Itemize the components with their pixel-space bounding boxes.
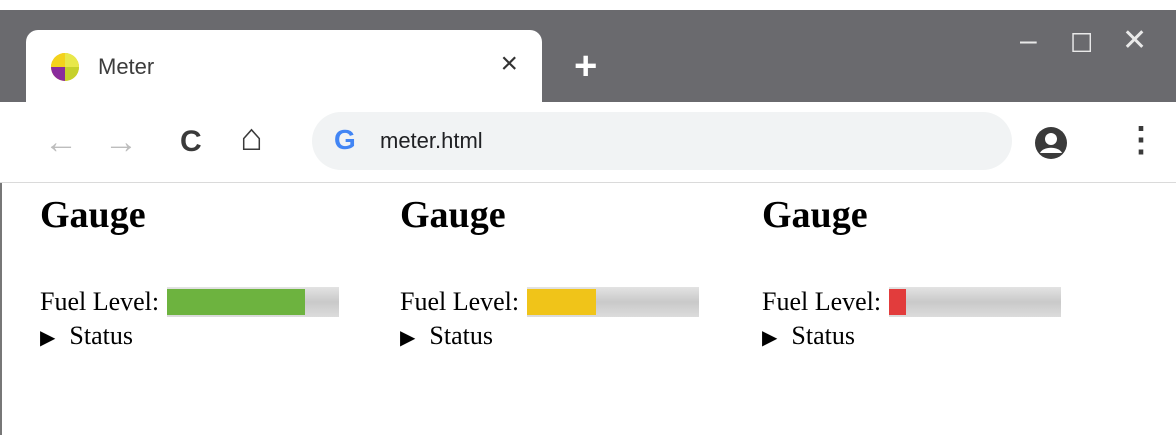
fuel-meter-fill bbox=[167, 289, 305, 315]
fuel-level-label: Fuel Level: bbox=[762, 287, 882, 316]
gauge-1: Gauge Fuel Level: ▶ Status bbox=[40, 193, 340, 353]
gauge-3: Gauge Fuel Level: ▶ Status bbox=[762, 193, 1062, 353]
back-icon[interactable]: ← bbox=[44, 124, 78, 160]
new-tab-button[interactable]: + bbox=[574, 46, 597, 86]
gauge-heading: Gauge bbox=[762, 194, 868, 236]
tab-close-icon[interactable]: × bbox=[500, 46, 518, 82]
minimize-icon[interactable]: – bbox=[1020, 26, 1037, 56]
page-content: Gauge Fuel Level: ▶ Status Gauge Fuel Lev… bbox=[0, 183, 1176, 435]
url-text[interactable]: meter.html bbox=[380, 128, 483, 154]
fuel-level-label: Fuel Level: bbox=[40, 287, 160, 316]
fuel-meter bbox=[889, 287, 1062, 317]
fuel-row: Fuel Level: bbox=[762, 285, 1062, 319]
address-bar[interactable]: G meter.html bbox=[312, 112, 1012, 170]
gauge-heading: Gauge bbox=[40, 194, 146, 236]
gauge-heading: Gauge bbox=[400, 194, 506, 236]
status-toggle[interactable]: ▶ Status bbox=[40, 321, 339, 353]
fuel-meter-fill bbox=[889, 289, 907, 315]
menu-icon[interactable]: ⋮ bbox=[1124, 122, 1158, 158]
tab-meter[interactable]: Meter × bbox=[26, 30, 542, 106]
fuel-meter bbox=[527, 287, 700, 317]
status-toggle[interactable]: ▶ Status bbox=[400, 321, 699, 353]
status-label: Status bbox=[429, 321, 493, 350]
maximize-icon[interactable]: ☐ bbox=[1070, 28, 1093, 58]
disclosure-triangle-icon: ▶ bbox=[762, 327, 778, 349]
google-icon: G bbox=[334, 124, 356, 155]
status-label: Status bbox=[69, 321, 133, 350]
fuel-level-label: Fuel Level: bbox=[400, 287, 520, 316]
home-icon[interactable]: ⌂ bbox=[240, 119, 263, 157]
fuel-row: Fuel Level: bbox=[400, 285, 700, 319]
fuel-row: Fuel Level: bbox=[40, 285, 340, 319]
gauge-2: Gauge Fuel Level: ▶ Status bbox=[400, 193, 700, 353]
meter-favicon-icon bbox=[51, 53, 79, 81]
fuel-meter-fill bbox=[527, 289, 596, 315]
status-toggle[interactable]: ▶ Status bbox=[762, 321, 1061, 353]
browser-titlebar: Meter × + – ☐ ✕ bbox=[0, 0, 1176, 106]
forward-icon[interactable]: → bbox=[104, 124, 138, 160]
disclosure-triangle-icon: ▶ bbox=[40, 327, 56, 349]
tab-title: Meter bbox=[98, 54, 155, 79]
fuel-meter bbox=[167, 287, 340, 317]
disclosure-triangle-icon: ▶ bbox=[400, 327, 416, 349]
reload-icon[interactable]: C bbox=[180, 124, 202, 160]
browser-toolbar: ← → C ⌂ G meter.html ⋮ bbox=[0, 102, 1176, 183]
status-label: Status bbox=[791, 321, 855, 350]
profile-icon[interactable] bbox=[1034, 126, 1068, 160]
close-window-icon[interactable]: ✕ bbox=[1122, 26, 1147, 56]
